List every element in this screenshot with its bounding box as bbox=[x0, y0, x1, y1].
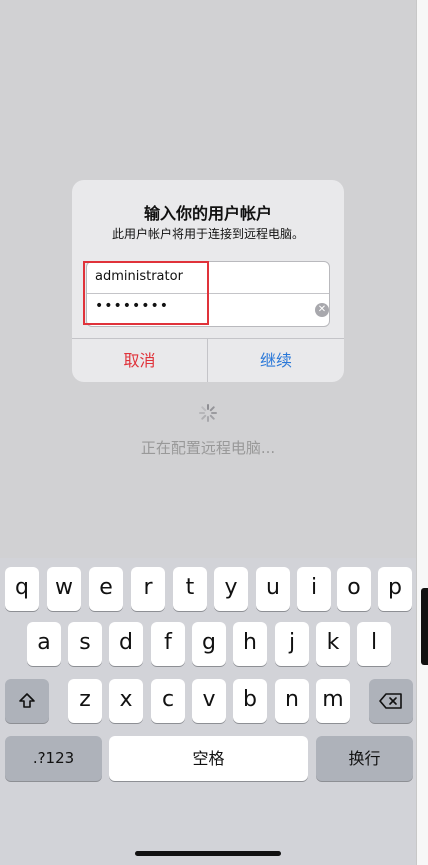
key-w[interactable]: w bbox=[47, 567, 81, 611]
key-q[interactable]: q bbox=[5, 567, 39, 611]
key-g[interactable]: g bbox=[192, 622, 226, 666]
key-i[interactable]: i bbox=[297, 567, 331, 611]
key-y[interactable]: y bbox=[214, 567, 248, 611]
key-o[interactable]: o bbox=[337, 567, 371, 611]
home-indicator bbox=[135, 851, 281, 856]
numbers-key[interactable]: .?123 bbox=[5, 736, 102, 781]
cancel-button[interactable]: 取消 bbox=[72, 339, 208, 382]
key-x[interactable]: x bbox=[109, 679, 143, 723]
key-e[interactable]: e bbox=[89, 567, 123, 611]
shift-key[interactable] bbox=[5, 679, 49, 723]
clear-icon[interactable]: ✕ bbox=[315, 303, 329, 317]
key-d[interactable]: d bbox=[109, 622, 143, 666]
continue-button[interactable]: 继续 bbox=[208, 339, 344, 382]
key-l[interactable]: l bbox=[357, 622, 391, 666]
key-f[interactable]: f bbox=[151, 622, 185, 666]
key-t[interactable]: t bbox=[173, 567, 207, 611]
status-text: 正在配置远程电脑... bbox=[140, 439, 276, 457]
key-z[interactable]: z bbox=[68, 679, 102, 723]
shift-icon bbox=[19, 693, 35, 708]
credential-highlight-box bbox=[83, 261, 209, 325]
key-m[interactable]: m bbox=[316, 679, 350, 723]
dialog-title: 输入你的用户帐户 bbox=[143, 204, 272, 223]
dialog-subtitle: 此用户帐户将用于连接到远程电脑。 bbox=[111, 227, 304, 241]
key-s[interactable]: s bbox=[68, 622, 102, 666]
key-h[interactable]: h bbox=[233, 622, 267, 666]
key-v[interactable]: v bbox=[192, 679, 226, 723]
right-edge-strip bbox=[416, 0, 428, 865]
key-c[interactable]: c bbox=[151, 679, 185, 723]
space-key[interactable]: 空格 bbox=[109, 736, 308, 781]
key-a[interactable]: a bbox=[27, 622, 61, 666]
backspace-icon bbox=[379, 693, 402, 709]
return-key[interactable]: 换行 bbox=[316, 736, 413, 781]
edge-scroll-handle[interactable] bbox=[421, 588, 428, 665]
dialog-buttons: 取消 继续 bbox=[72, 338, 344, 382]
key-b[interactable]: b bbox=[233, 679, 267, 723]
delete-key[interactable] bbox=[369, 679, 413, 723]
key-n[interactable]: n bbox=[275, 679, 309, 723]
spinner-icon bbox=[199, 404, 217, 422]
key-j[interactable]: j bbox=[275, 622, 309, 666]
key-k[interactable]: k bbox=[316, 622, 350, 666]
key-r[interactable]: r bbox=[131, 567, 165, 611]
keyboard: q w e r t y u i o p a s d f g h j k l z … bbox=[0, 558, 416, 865]
key-p[interactable]: p bbox=[378, 567, 412, 611]
key-u[interactable]: u bbox=[256, 567, 290, 611]
